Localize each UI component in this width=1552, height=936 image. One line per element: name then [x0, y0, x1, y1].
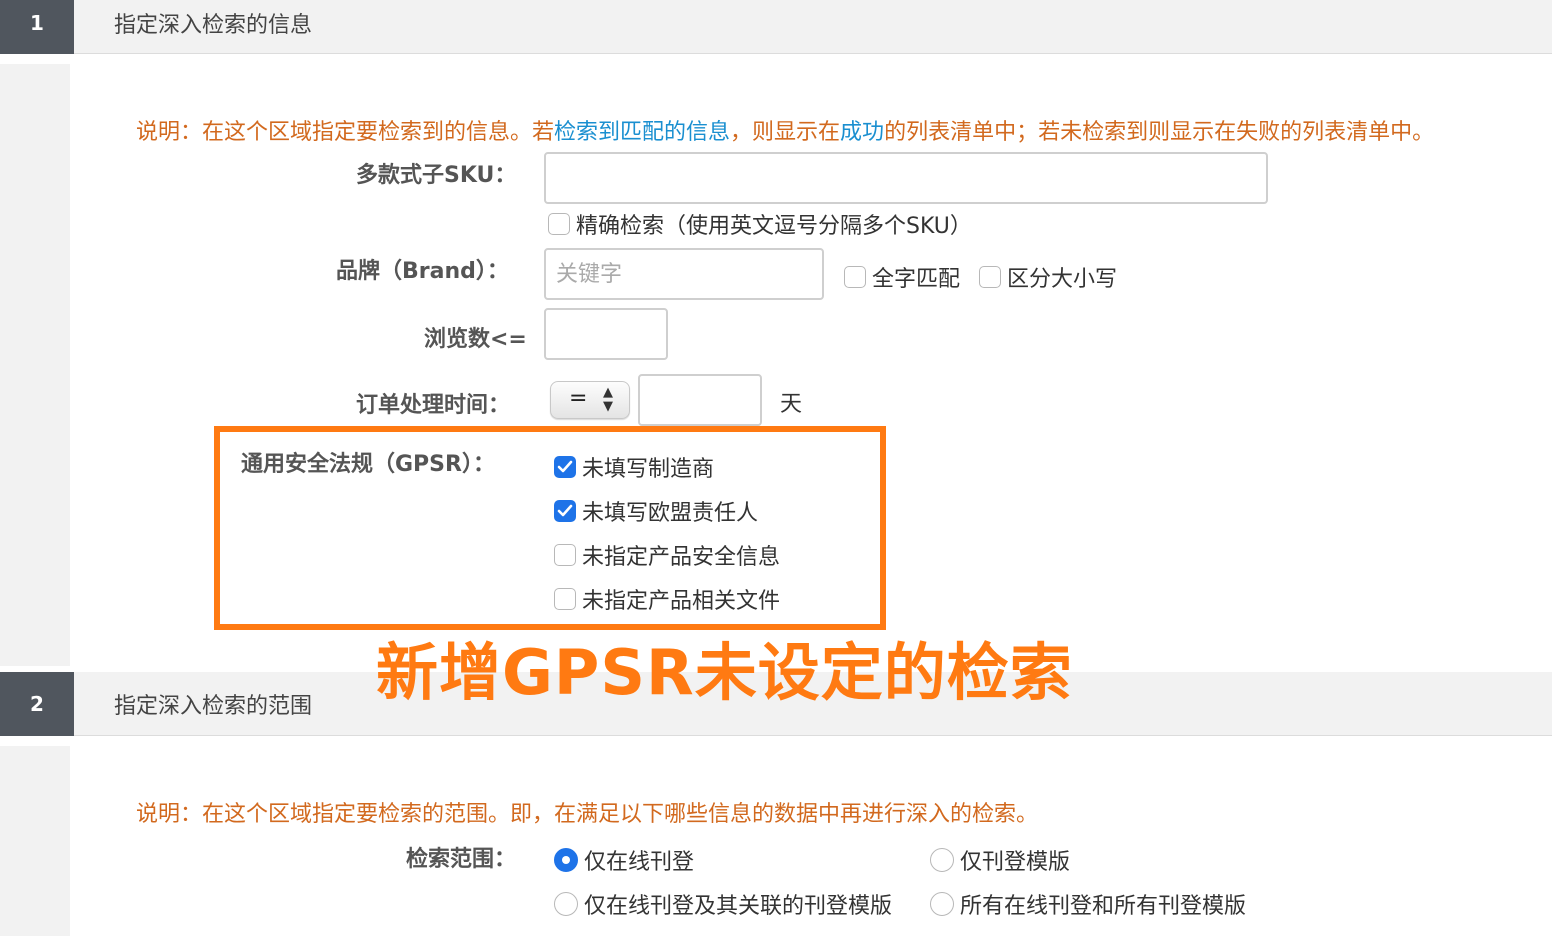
radio-dot[interactable] — [930, 892, 954, 916]
handling-operator-value: = — [569, 386, 588, 411]
section-2-gutter — [0, 746, 70, 936]
note-link-matched[interactable]: 检索到匹配的信息 — [554, 120, 730, 145]
radio-dot[interactable] — [930, 848, 954, 872]
scope-option-online-and-linked[interactable]: 仅在线刊登及其关联的刊登模版 — [554, 888, 892, 920]
case-sensitive-label: 区分大小写 — [1007, 267, 1118, 292]
handling-value-input[interactable] — [638, 374, 762, 426]
note-text: 的列表清单中；若未检索到则显示在失败的列表清单中。 — [884, 120, 1435, 145]
case-sensitive-checkbox[interactable]: 区分大小写 — [979, 261, 1117, 293]
section-2-title: 指定深入检索的范围 — [114, 694, 313, 719]
brand-input[interactable] — [544, 248, 824, 300]
handling-unit: 天 — [780, 392, 803, 417]
handling-time-label: 订单处理时间： — [356, 393, 511, 418]
note-text: ，则显示在 — [730, 120, 841, 145]
exact-search-label: 精确检索（使用英文逗号分隔多个SKU） — [576, 214, 972, 239]
section-1-number: 1 — [0, 0, 74, 54]
radio-dot[interactable] — [554, 892, 578, 916]
scope-option-online[interactable]: 仅在线刊登 — [554, 844, 694, 876]
section-1-title: 指定深入检索的信息 — [114, 13, 313, 38]
sku-input[interactable] — [544, 152, 1268, 204]
exact-search-checkbox[interactable]: 精确检索（使用英文逗号分隔多个SKU） — [548, 208, 972, 240]
gpsr-highlight-box — [214, 426, 886, 630]
views-label: 浏览数<= — [424, 327, 527, 352]
full-match-checkbox[interactable]: 全字匹配 — [844, 261, 960, 293]
sku-label: 多款式子SKU： — [356, 163, 517, 188]
section-2-note: 说明：在这个区域指定要检索的范围。即，在满足以下哪些信息的数据中再进行深入的检索… — [136, 802, 1039, 827]
checkbox-box[interactable] — [548, 213, 570, 235]
scope-option-label: 仅在线刊登及其关联的刊登模版 — [584, 894, 893, 919]
checkbox-box[interactable] — [844, 266, 866, 288]
section-2-number: 2 — [0, 672, 74, 736]
annotation-text: 新增GPSR未设定的检索 — [376, 636, 1073, 709]
scope-option-label: 所有在线刊登和所有刊登模版 — [960, 894, 1247, 919]
note-link-success[interactable]: 成功 — [840, 120, 884, 145]
note-text: 说明：在这个区域指定要检索到的信息。若 — [136, 120, 555, 145]
brand-label: 品牌（Brand）： — [336, 259, 509, 284]
scope-option-label: 仅在线刊登 — [584, 850, 695, 875]
scope-option-all[interactable]: 所有在线刊登和所有刊登模版 — [930, 888, 1246, 920]
scope-label: 检索范围： — [406, 847, 517, 872]
handling-operator-select[interactable]: = ▲ ▼ — [550, 381, 630, 419]
checkbox-box[interactable] — [979, 266, 1001, 288]
section-1-note: 说明：在这个区域指定要检索到的信息。若检索到匹配的信息，则显示在成功的列表清单中… — [136, 114, 1434, 146]
section-1-header: 1 指定深入检索的信息 — [0, 0, 1552, 54]
full-match-label: 全字匹配 — [872, 267, 961, 292]
section-1-gutter — [0, 64, 70, 666]
select-arrows-icon: ▲ ▼ — [603, 385, 613, 414]
views-input[interactable] — [544, 308, 668, 360]
scope-option-templates[interactable]: 仅刊登模版 — [930, 844, 1070, 876]
radio-dot[interactable] — [554, 848, 578, 872]
scope-option-label: 仅刊登模版 — [960, 850, 1071, 875]
